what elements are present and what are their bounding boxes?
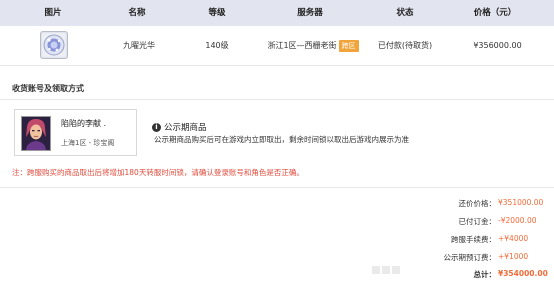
- summary-value-reservation-fee: +¥1000: [498, 252, 529, 261]
- section-title: 收货账号及领取方式: [12, 84, 84, 93]
- summary-value-counter-price: ¥351000.00: [498, 198, 544, 207]
- gem-ring-icon[interactable]: [40, 31, 68, 59]
- public-period-description: 公示期商品购买后可在游戏内立即取出，剩余时间锁以取出后游戏内展示为准: [154, 135, 409, 144]
- column-header-server: 服务器: [297, 8, 323, 18]
- item-price: ¥356000.00: [473, 41, 522, 50]
- cross-server-notice: 注：跨服购买的商品取出后将增加180天转服时间锁，请确认登录账号和角色是否正确。: [12, 168, 304, 177]
- public-period-title: i 公示期商品: [152, 121, 207, 133]
- summary-label-deposit: 已付订金：: [458, 217, 497, 226]
- summary-value-deposit: -¥2000.00: [498, 216, 537, 225]
- summary-label-counter-price: 还价价格：: [458, 199, 497, 208]
- divider: [0, 99, 554, 100]
- seller-name: 陷陷的李献 .: [61, 119, 107, 128]
- summary-label-cross-server-fee: 跨服手续费：: [451, 235, 496, 244]
- server-tag: 跨区: [338, 39, 359, 52]
- seller-card[interactable]: 陷陷的李献 . 上海1区 - 珍宝阁: [14, 109, 137, 156]
- column-header-level: 等级: [208, 8, 226, 18]
- column-header-status: 状态: [396, 8, 414, 18]
- public-period-label: 公示期商品: [164, 123, 207, 133]
- character-avatar-icon: [21, 116, 51, 151]
- watermark: [372, 262, 554, 282]
- column-header-image: 图片: [44, 8, 62, 18]
- item-server: 浙江1区—西栅老街 跨区: [258, 26, 368, 65]
- table-row[interactable]: 九曜光华 140级 浙江1区—西栅老街 跨区 已付款(待取货) ¥356000.0…: [0, 26, 554, 66]
- summary-value-cross-server-fee: +¥4000: [498, 234, 529, 243]
- column-header-price: 价格（元）: [473, 8, 517, 18]
- item-status: 已付款(待取货): [377, 41, 433, 50]
- item-name: 九曜光华: [123, 41, 155, 50]
- server-name: 浙江1区—西栅老街: [267, 41, 337, 50]
- column-header-name: 名称: [128, 8, 146, 18]
- divider: [0, 187, 554, 188]
- seller-location: 上海1区 - 珍宝阁: [61, 139, 115, 147]
- table-header: 图片 名称 等级 服务器 状态 价格（元）: [0, 0, 554, 26]
- info-icon: i: [152, 123, 161, 132]
- item-level: 140级: [205, 41, 229, 50]
